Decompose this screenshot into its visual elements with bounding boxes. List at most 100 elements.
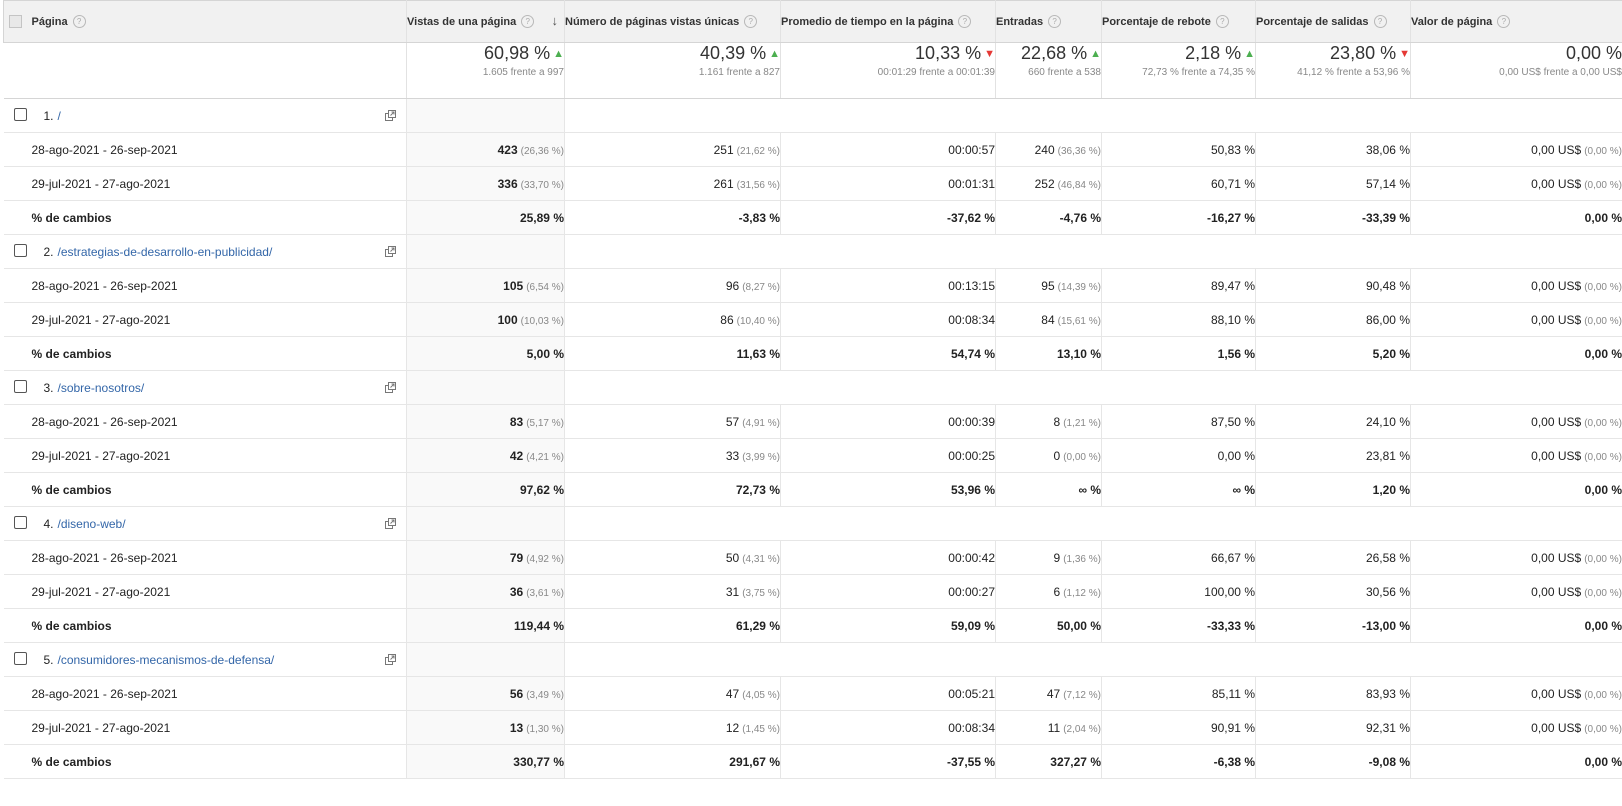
column-header-label: Número de páginas vistas únicas [565, 16, 740, 28]
date-range-row: 29-jul-2021 - 27-ago-2021 336 (33,70 %) 261… [3, 166, 1622, 201]
change-value: -33,33 % [1101, 608, 1256, 643]
column-header-pageviews[interactable]: Vistas de una página? ↓ [406, 0, 565, 43]
metric-cell: 0 (0,00 %) [995, 438, 1102, 473]
summary-value: 10,33 % [915, 43, 982, 63]
metric-cell: 00:01:31 [780, 166, 996, 201]
metric-cell: 00:00:57 [780, 132, 996, 167]
metric-cell: 0,00 US$ (0,00 %) [1410, 404, 1622, 439]
page-row-rest [564, 98, 1622, 133]
open-in-new-window-icon[interactable] [385, 654, 396, 665]
change-value: 0,00 % [1410, 744, 1622, 779]
column-header-unique-pageviews[interactable]: Número de páginas vistas únicas? [564, 0, 781, 43]
open-in-new-window-icon[interactable] [385, 110, 396, 121]
page-row: 1. / [3, 98, 1622, 133]
help-icon[interactable]: ? [72, 15, 86, 28]
change-value: 72,73 % [564, 472, 781, 507]
metric-cell: 9 (1,36 %) [995, 540, 1102, 575]
row-checkbox[interactable] [14, 651, 27, 665]
row-checkbox-cell[interactable] [3, 370, 32, 405]
metric-share: (0,00 %) [1584, 417, 1622, 429]
row-checkbox-cell[interactable] [3, 234, 32, 269]
metric-cell: 0,00 US$ (0,00 %) [1410, 132, 1622, 167]
help-icon[interactable]: ? [1215, 15, 1229, 28]
metric-cell: 33 (3,99 %) [564, 438, 781, 473]
metric-value: 00:00:25 [948, 448, 995, 463]
open-in-new-window-icon[interactable] [385, 382, 396, 393]
column-header-entrances[interactable]: Entradas? [995, 0, 1102, 43]
change-value: 0,00 % [1410, 200, 1622, 235]
metric-value: 66,67 % [1210, 550, 1255, 565]
change-value: 5,00 % [406, 336, 565, 371]
date-range-label: 28-ago-2021 - 26-sep-2021 [31, 676, 407, 711]
help-icon[interactable]: ? [1048, 15, 1062, 28]
metric-cell: 92,31 % [1255, 710, 1411, 745]
page-link[interactable]: /sobre-nosotros/ [58, 381, 145, 395]
column-header-page[interactable]: Página? [31, 0, 407, 43]
select-all-cell[interactable] [3, 0, 32, 43]
change-value: -3,83 % [564, 200, 781, 235]
sort-down-arrow-icon[interactable]: ↓ [552, 13, 559, 28]
metric-share: (26,36 %) [520, 145, 564, 157]
change-value: 61,29 % [564, 608, 781, 643]
page-link[interactable]: /diseno-web/ [58, 517, 126, 531]
open-in-new-window-icon[interactable] [385, 246, 396, 257]
help-icon[interactable]: ? [521, 15, 535, 28]
row-checkbox-cell[interactable] [3, 98, 32, 133]
column-header-avg-time[interactable]: Promedio de tiempo en la página? [780, 0, 996, 43]
metric-cell: 0,00 US$ (0,00 %) [1410, 268, 1622, 303]
open-in-new-window-icon[interactable] [385, 518, 396, 529]
help-icon[interactable]: ? [958, 15, 972, 28]
metric-cell: 42 (4,21 %) [406, 438, 565, 473]
page-row-metric-empty [406, 642, 565, 677]
change-label: % de cambios [31, 336, 407, 371]
column-header-exit-rate[interactable]: Porcentaje de salidas? [1255, 0, 1411, 43]
metric-share: (1,45 %) [742, 723, 780, 735]
help-icon[interactable]: ? [744, 15, 758, 28]
page-link[interactable]: /estrategias-de-desarrollo-en-publicidad… [58, 245, 273, 259]
change-row: % de cambios 25,89 % -3,83 % -37,62 % -4,76 … [3, 200, 1622, 235]
metric-cell: 90,48 % [1255, 268, 1411, 303]
row-spacer [3, 404, 32, 439]
column-header-page-value[interactable]: Valor de página? [1410, 0, 1622, 43]
metric-share: (14,39 %) [1057, 281, 1101, 293]
summary-cell: 2,18 % ▲ 72,73 % frente a 74,35 % [1101, 42, 1256, 99]
row-checkbox[interactable] [14, 379, 27, 393]
change-value: -16,27 % [1101, 200, 1256, 235]
column-header-label: Promedio de tiempo en la página [781, 16, 954, 28]
row-checkbox[interactable] [14, 243, 27, 257]
row-spacer [3, 744, 32, 779]
metric-value: 85,11 % [1211, 686, 1255, 701]
metric-share: (4,91 %) [742, 417, 780, 429]
metric-value: 00:08:34 [948, 720, 995, 735]
summary-value: 0,00 % [1565, 43, 1622, 63]
metric-cell: 0,00 US$ (0,00 %) [1410, 540, 1622, 575]
metric-cell: 50,83 % [1101, 132, 1256, 167]
page-link[interactable]: /consumidores-mecanismos-de-defensa/ [58, 653, 275, 667]
row-checkbox[interactable] [14, 107, 27, 121]
row-spacer [3, 166, 32, 201]
row-checkbox[interactable] [14, 515, 27, 529]
metric-cell: 6 (1,12 %) [995, 574, 1102, 609]
metric-share: (0,00 %) [1584, 179, 1622, 191]
page-row-metric-empty [406, 98, 565, 133]
summary-row: 60,98 % ▲ 1.605 frente a 997 40,39 % ▲ 1.161… [3, 42, 1622, 99]
metric-share: (7,12 %) [1063, 689, 1101, 701]
row-checkbox-cell[interactable] [3, 642, 32, 677]
page-link[interactable]: / [58, 109, 61, 123]
change-value: 1,20 % [1255, 472, 1411, 507]
row-checkbox-cell[interactable] [3, 506, 32, 541]
metric-value: 0,00 US$ [1531, 448, 1582, 463]
metric-cell: 261 (31,56 %) [564, 166, 781, 201]
page-row-rest [564, 642, 1622, 677]
page-row-rest [564, 506, 1622, 541]
help-icon[interactable]: ? [1373, 15, 1387, 28]
metric-value: 00:00:39 [948, 414, 995, 429]
help-icon[interactable]: ? [1497, 15, 1511, 28]
column-header-bounce-rate[interactable]: Porcentaje de rebote? [1101, 0, 1256, 43]
metric-share: (3,61 %) [526, 587, 564, 599]
metric-value: 11 [1047, 720, 1061, 735]
select-all-checkbox[interactable] [9, 14, 22, 28]
change-value: 0,00 % [1410, 336, 1622, 371]
metric-share: (33,70 %) [520, 179, 564, 191]
summary-sub: 1.161 frente a 827 [698, 67, 780, 78]
